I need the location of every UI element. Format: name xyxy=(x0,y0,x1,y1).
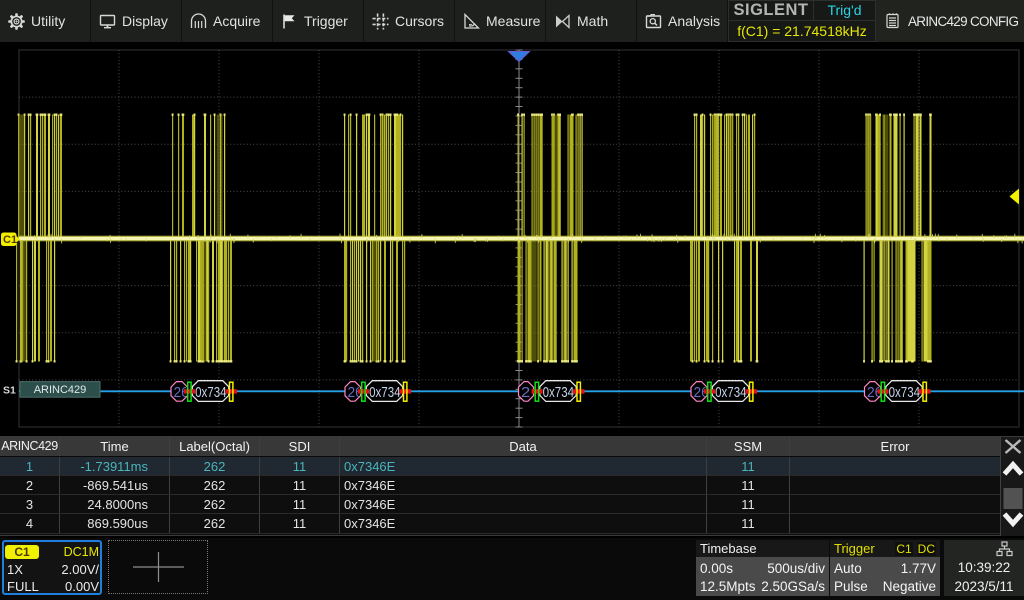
svg-text:0x734: 0x734 xyxy=(715,384,747,401)
svg-text:0x734: 0x734 xyxy=(543,384,575,401)
svg-text:0x734: 0x734 xyxy=(889,384,921,401)
svg-text:0x734: 0x734 xyxy=(369,384,401,401)
svg-text:ARINC429: ARINC429 xyxy=(34,384,87,396)
svg-text:0x734: 0x734 xyxy=(195,384,227,401)
svg-text:C1: C1 xyxy=(3,234,17,246)
svg-text:S1: S1 xyxy=(3,384,16,396)
